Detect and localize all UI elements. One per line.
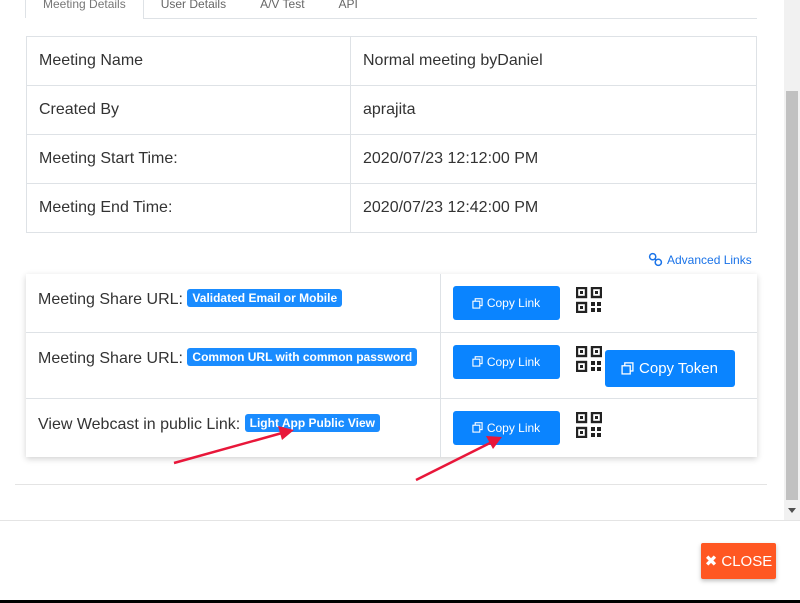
table-row: Created By aprajita [26, 85, 757, 135]
copy-link-button[interactable]: Copy Link [452, 344, 560, 379]
table-row: View Webcast in public Link: Light App P… [26, 397, 757, 457]
vertical-scrollbar[interactable] [784, 0, 800, 520]
detail-value: Normal meeting byDaniel [350, 36, 757, 86]
copy-token-button[interactable]: Copy Token [604, 349, 735, 387]
tab-api[interactable]: API [322, 0, 375, 19]
tab-user-details[interactable]: User Details [144, 0, 243, 19]
detail-value: 2020/07/23 12:42:00 PM [350, 183, 757, 233]
copy-icon [621, 361, 634, 375]
table-row: Meeting Share URL: Validated Email or Mo… [26, 274, 757, 332]
detail-value: 2020/07/23 12:12:00 PM [350, 134, 757, 184]
copy-icon [472, 356, 483, 367]
scrollbar-thumb[interactable] [786, 91, 798, 500]
table-row: Meeting Name Normal meeting byDaniel [26, 36, 757, 86]
share-label: Meeting Share URL: [38, 349, 183, 367]
share-label: View Webcast in public Link: [38, 415, 241, 433]
divider [15, 484, 767, 485]
copy-link-button[interactable]: Copy Link [452, 286, 560, 320]
table-row: Meeting End Time: 2020/07/23 12:42:00 PM [26, 183, 757, 233]
share-badge: Validated Email or Mobile [187, 289, 343, 307]
copy-icon [472, 297, 483, 309]
tab-meeting-details[interactable]: Meeting Details [25, 0, 144, 19]
modal-footer-divider [0, 520, 800, 521]
times-icon: ✖ [704, 553, 718, 570]
link-icon [648, 252, 663, 267]
close-label: CLOSE [721, 552, 773, 570]
advanced-links-label: Advanced Links [667, 252, 752, 267]
tab-av-test[interactable]: A/V Test [243, 0, 321, 19]
close-button[interactable]: ✖ CLOSE [701, 543, 776, 579]
qr-code-icon[interactable] [575, 411, 602, 438]
share-badge: Common URL with common password [187, 347, 418, 366]
detail-key: Meeting Start Time: [26, 134, 351, 184]
qr-code-icon[interactable] [575, 345, 602, 372]
share-links-table: Meeting Share URL: Validated Email or Mo… [26, 274, 757, 457]
detail-key: Meeting End Time: [26, 183, 351, 233]
table-row: Meeting Share URL: Common URL with commo… [26, 331, 757, 398]
share-badge: Light App Public View [244, 413, 380, 432]
detail-value: aprajita [350, 85, 757, 135]
detail-key: Created By [26, 85, 351, 135]
scroll-down-icon[interactable] [788, 508, 796, 513]
advanced-links-link[interactable]: Advanced Links [648, 252, 752, 267]
tab-bar: Meeting Details User Details A/V Test AP… [25, 0, 375, 19]
table-row: Meeting Start Time: 2020/07/23 12:12:00 … [26, 134, 757, 184]
copy-link-button[interactable]: Copy Link [452, 410, 560, 445]
detail-key: Meeting Name [26, 36, 351, 86]
tab-underline [25, 18, 757, 19]
qr-code-icon[interactable] [575, 287, 602, 313]
copy-icon [472, 422, 483, 433]
share-label: Meeting Share URL: [38, 291, 183, 308]
meeting-details-table: Meeting Name Normal meeting byDaniel Cre… [26, 36, 757, 233]
